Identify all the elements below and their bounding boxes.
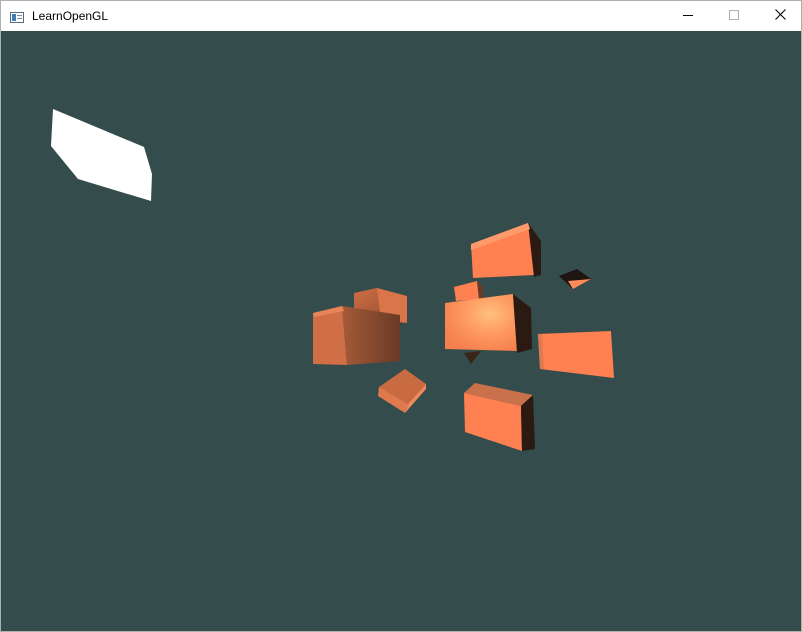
opengl-viewport[interactable] [1,31,801,631]
clear-background [1,31,801,631]
close-button[interactable] [757,1,802,31]
render-scene [1,31,801,631]
window-app-icon [10,10,24,23]
maximize-icon [729,7,739,25]
app-window: LearnOpenGL [0,0,802,632]
window-title: LearnOpenGL [32,9,109,23]
title-bar[interactable]: LearnOpenGL [1,1,801,31]
minimize-icon [683,7,693,25]
minimize-button[interactable] [665,1,711,31]
cube [313,306,400,365]
close-icon [774,7,786,25]
maximize-button[interactable] [711,1,757,31]
